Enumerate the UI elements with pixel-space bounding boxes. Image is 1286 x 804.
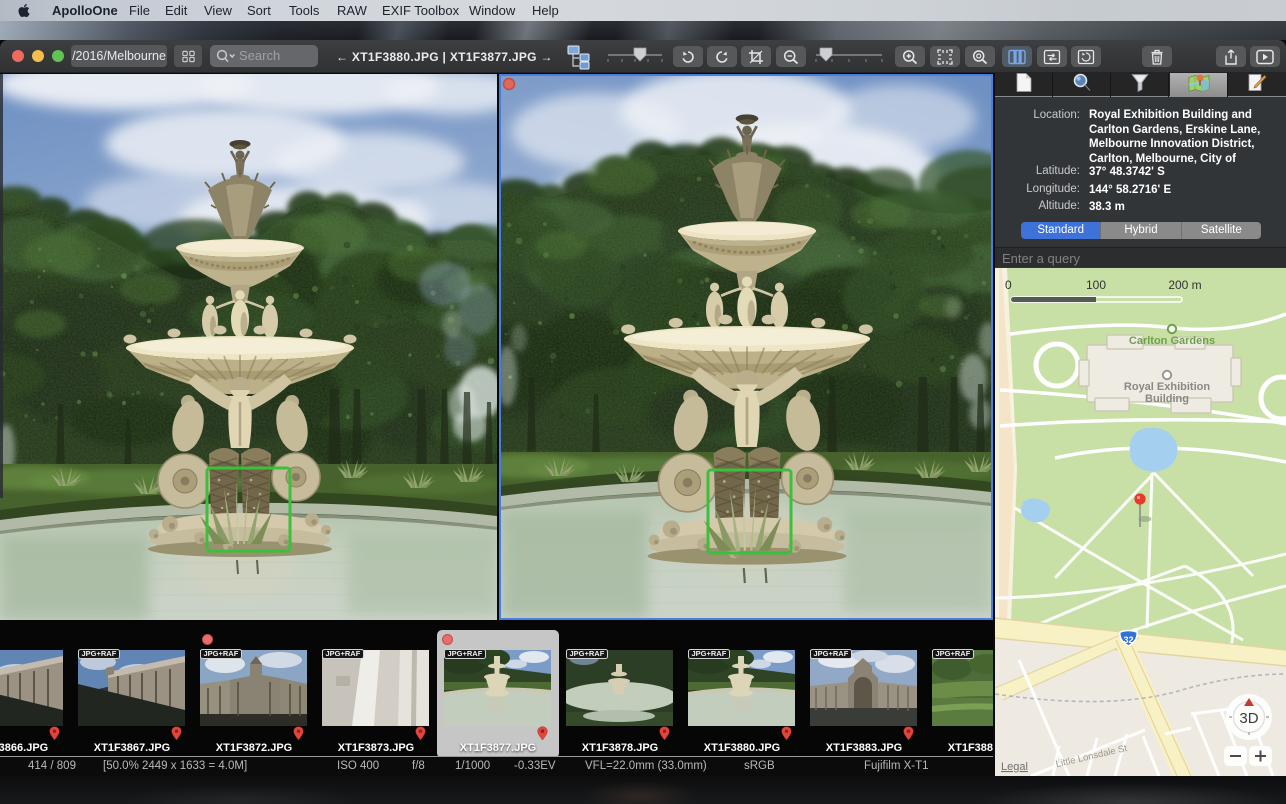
- svg-text:100: 100: [1086, 278, 1106, 292]
- svg-text:Carlton Gardens: Carlton Gardens: [1129, 335, 1215, 347]
- svg-text:200 m: 200 m: [1168, 278, 1201, 292]
- svg-text:0: 0: [1005, 278, 1012, 292]
- svg-text:Legal: Legal: [1001, 761, 1028, 773]
- svg-text:3D: 3D: [1239, 710, 1258, 727]
- svg-text:32: 32: [1123, 635, 1133, 645]
- svg-text:Building: Building: [1145, 393, 1189, 405]
- svg-text:Royal Exhibition: Royal Exhibition: [1124, 381, 1210, 393]
